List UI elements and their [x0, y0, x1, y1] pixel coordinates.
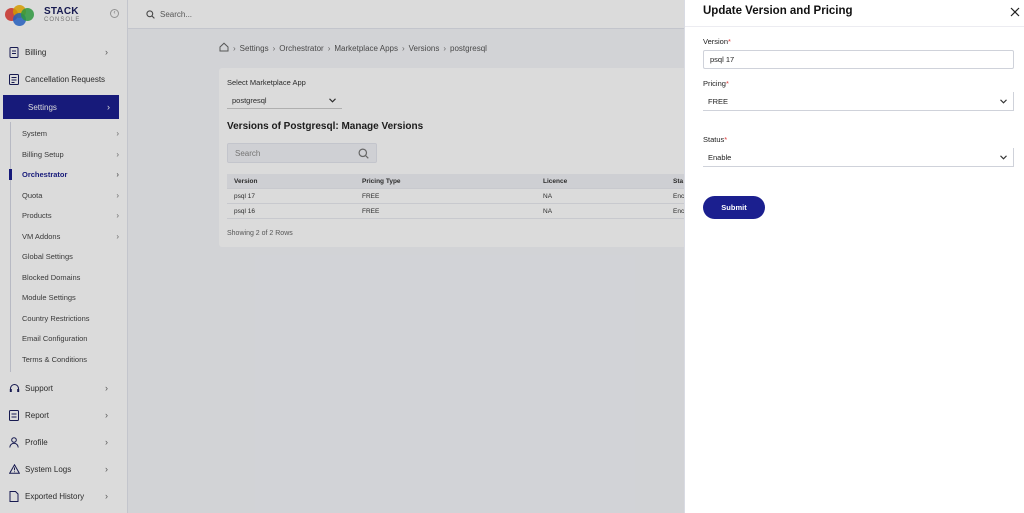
drawer-title: Update Version and Pricing	[703, 5, 853, 17]
required-marker: *	[725, 79, 729, 88]
pricing-select[interactable]: FREE	[703, 92, 1014, 111]
pricing-label-text: Pricing	[703, 79, 726, 88]
drawer-divider	[685, 26, 1024, 27]
modal-backdrop[interactable]	[0, 0, 684, 513]
status-select-value: Enable	[708, 152, 732, 162]
required-marker: *	[724, 135, 728, 144]
update-version-drawer: Update Version and Pricing Version* psql…	[684, 0, 1024, 513]
version-input-value: psql 17	[710, 55, 735, 64]
pricing-select-value: FREE	[708, 96, 729, 106]
version-label-text: Version	[703, 37, 729, 46]
required-marker: *	[728, 37, 731, 46]
chevron-down-icon	[1000, 97, 1007, 106]
submit-button[interactable]: Submit	[703, 196, 765, 219]
pricing-label: Pricing*	[703, 79, 729, 88]
status-label-text: Status	[703, 135, 725, 144]
version-label: Version*	[703, 37, 731, 46]
version-input[interactable]: psql 17	[703, 50, 1014, 69]
status-label: Status*	[703, 135, 727, 144]
close-icon[interactable]	[1010, 7, 1020, 17]
status-select[interactable]: Enable	[703, 148, 1014, 167]
chevron-down-icon	[1000, 153, 1007, 162]
